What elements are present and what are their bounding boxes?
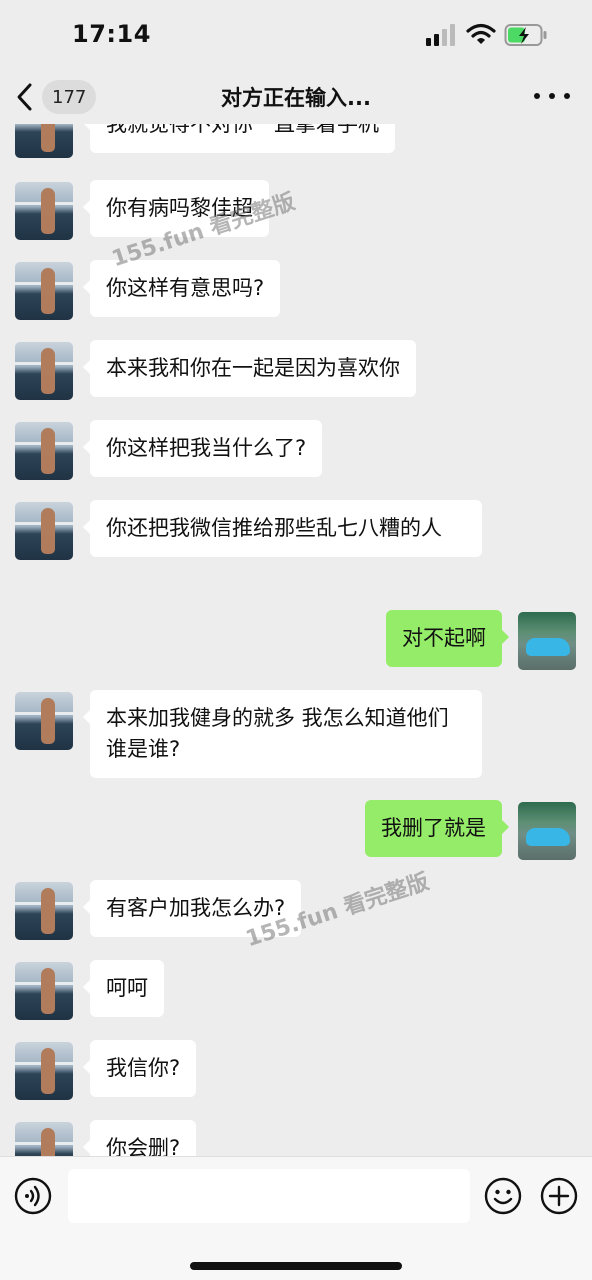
home-indicator [190, 1262, 402, 1270]
my-avatar[interactable] [518, 612, 576, 670]
battery-charging-icon [504, 24, 547, 46]
contact-avatar[interactable] [15, 1042, 73, 1100]
incoming-message-bubble[interactable]: 你还把我微信推给那些乱七八糟的人 [83, 500, 482, 557]
incoming-message-bubble[interactable]: 你这样有意思吗? [82, 260, 281, 317]
incoming-message-bubble[interactable]: 我就觉得不对你一直拿着手机 [83, 124, 395, 153]
more-dots-icon[interactable] [534, 86, 570, 106]
incoming-message-bubble[interactable]: 你有病吗黎佳超 [83, 180, 269, 237]
wifi-icon [466, 23, 496, 44]
status-bar: 17:14 [0, 0, 592, 72]
message-list[interactable]: 我就觉得不对你一直拿着手机 你有病吗黎佳超 你这样有意思吗? 本来我和你在一起是… [0, 124, 592, 1156]
incoming-message-bubble[interactable]: 本来我和你在一起是因为喜欢你 [83, 340, 416, 397]
contact-avatar[interactable] [15, 962, 73, 1020]
incoming-message-bubble[interactable]: 本来加我健身的就多 我怎么知道他们谁是谁? [83, 690, 482, 778]
chat-screen: 17:14 177 对方正在输入... 我就觉得不对你一直拿着手机 你有病吗黎佳… [0, 0, 592, 1280]
contact-avatar[interactable] [15, 692, 73, 750]
message-input[interactable] [68, 1169, 470, 1223]
emoji-icon[interactable] [484, 1177, 522, 1215]
incoming-message-bubble[interactable]: 我信你? [82, 1040, 197, 1097]
outgoing-message-bubble[interactable]: 对不起啊 [386, 610, 509, 667]
contact-avatar[interactable] [15, 882, 73, 940]
chat-header: 177 对方正在输入... [0, 72, 592, 124]
incoming-message-bubble[interactable]: 你这样把我当什么了? [82, 420, 323, 477]
status-time: 17:14 [72, 20, 151, 48]
contact-avatar[interactable] [15, 422, 73, 480]
chat-title: 对方正在输入... [221, 86, 371, 110]
incoming-message-bubble[interactable]: 你会删? [82, 1120, 197, 1156]
incoming-message-bubble[interactable]: 呵呵 [83, 960, 164, 1017]
contact-avatar[interactable] [15, 124, 73, 158]
outgoing-message-bubble[interactable]: 我删了就是 [365, 800, 509, 857]
contact-avatar[interactable] [15, 182, 73, 240]
contact-avatar[interactable] [15, 1122, 73, 1156]
signal-icon [426, 24, 455, 46]
incoming-message-bubble[interactable]: 有客户加我怎么办? [82, 880, 302, 937]
contact-avatar[interactable] [15, 502, 73, 560]
contact-avatar[interactable] [15, 262, 73, 320]
voice-icon[interactable] [14, 1177, 52, 1215]
my-avatar[interactable] [518, 802, 576, 860]
contact-avatar[interactable] [15, 342, 73, 400]
plus-icon[interactable] [540, 1177, 578, 1215]
